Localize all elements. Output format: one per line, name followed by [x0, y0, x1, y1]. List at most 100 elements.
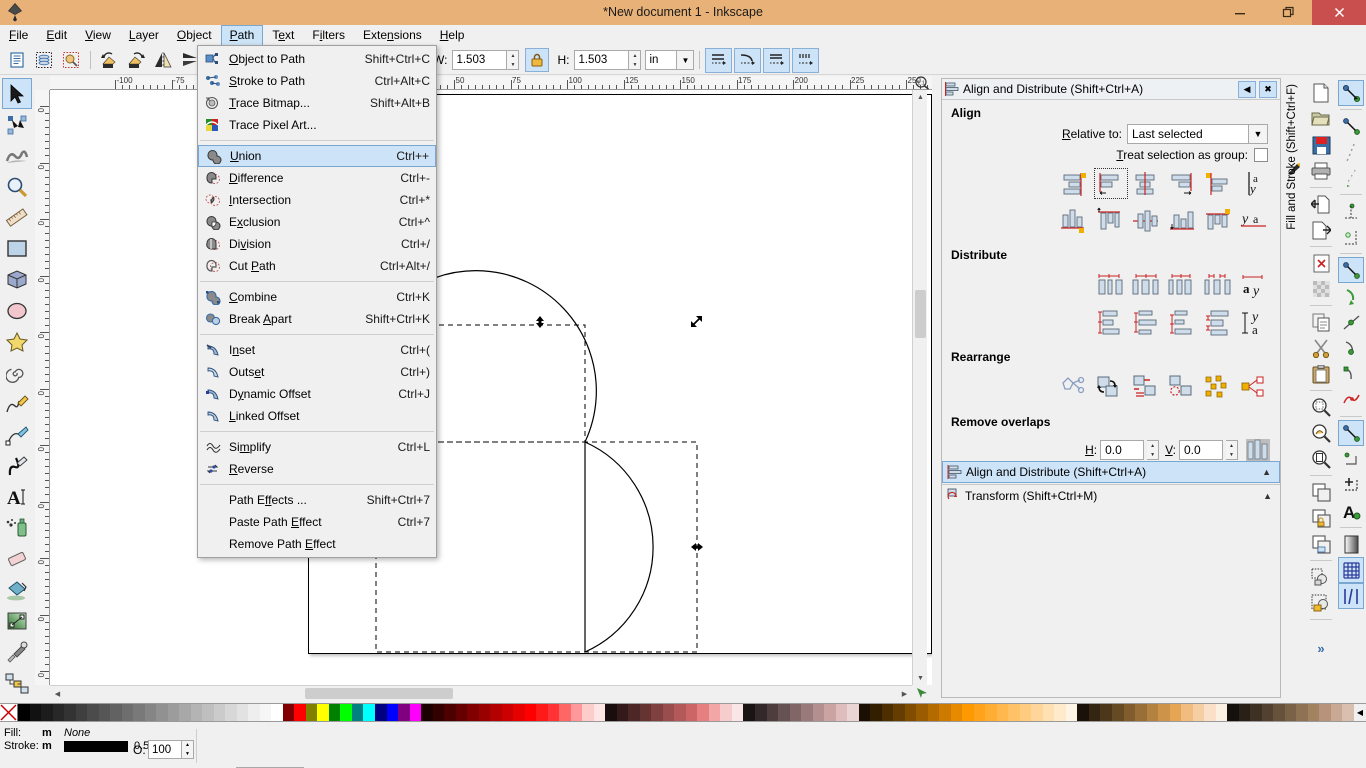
menu-union[interactable]: Union Ctrl++: [198, 145, 436, 167]
dist-top-edges-equidistant-button[interactable]: [1094, 307, 1128, 338]
palette-swatch[interactable]: [433, 704, 445, 721]
menu-inset[interactable]: Inset Ctrl+(: [198, 339, 436, 361]
palette-swatch[interactable]: [651, 704, 663, 721]
palette-swatch[interactable]: [145, 704, 157, 721]
zoom-tool[interactable]: [2, 171, 32, 202]
menu-exclusion[interactable]: Exclusion Ctrl+^: [198, 211, 436, 233]
node-join-icon[interactable]: [1338, 257, 1364, 283]
exchange-positions-zorder-button[interactable]: [1130, 372, 1164, 403]
vertical-scroll-thumb[interactable]: [915, 290, 926, 338]
spiral-tool[interactable]: [2, 357, 32, 388]
guides-toggle-icon[interactable]: [1338, 583, 1364, 609]
palette-swatch[interactable]: [1319, 704, 1331, 721]
palette-swatch[interactable]: [1147, 704, 1159, 721]
rotate-ccw-icon[interactable]: [96, 48, 122, 72]
palette-swatch[interactable]: [778, 704, 790, 721]
lock-aspect-ratio-button[interactable]: [525, 48, 549, 72]
menu-text[interactable]: Text: [263, 25, 303, 46]
palette-swatch[interactable]: [559, 704, 571, 721]
align-right-edges-button[interactable]: [1166, 168, 1200, 199]
zoom-1-1-icon[interactable]: 1:1: [912, 76, 932, 90]
palette-swatch[interactable]: [640, 704, 652, 721]
menu-combine[interactable]: Combine Ctrl+K: [198, 286, 436, 308]
lower-to-bottom-icon[interactable]: [1308, 590, 1334, 616]
affect-rounded-corners-button[interactable]: [734, 48, 761, 73]
align-left-edges-button[interactable]: [1094, 168, 1128, 199]
deselect-icon[interactable]: [58, 48, 84, 72]
palette-swatch[interactable]: [1158, 704, 1170, 721]
palette-swatch[interactable]: [363, 704, 375, 721]
palette-swatch[interactable]: [1135, 704, 1147, 721]
node-cusp-icon[interactable]: [1338, 361, 1364, 387]
palette-swatch[interactable]: [1296, 704, 1308, 721]
menu-cut-path[interactable]: Cut Path Ctrl+Alt+/: [198, 255, 436, 277]
height-field[interactable]: 1.503: [574, 50, 629, 70]
palette-swatch[interactable]: [1077, 704, 1089, 721]
palette-swatch[interactable]: [64, 704, 76, 721]
scroll-up-arrow[interactable]: ▲: [913, 90, 928, 104]
paste-icon[interactable]: [1308, 361, 1334, 387]
palette-swatch[interactable]: [352, 704, 364, 721]
palette-swatch[interactable]: [225, 704, 237, 721]
palette-scroll-arrow[interactable]: ◀: [1354, 704, 1366, 721]
node-auto-icon[interactable]: [1338, 446, 1364, 472]
zoom-page-icon[interactable]: [1308, 446, 1334, 472]
palette-swatch[interactable]: [1066, 704, 1078, 721]
menu-object-to-path[interactable]: Object to Path Shift+Ctrl+C: [198, 48, 436, 70]
opacity-spinner[interactable]: ▲▼: [182, 740, 194, 759]
overlap-h-spinner[interactable]: ▲▼: [1147, 440, 1159, 460]
palette-swatch[interactable]: [375, 704, 387, 721]
unit-select[interactable]: in: [645, 50, 677, 70]
duplicate-icon[interactable]: [1308, 479, 1334, 505]
menu-edit[interactable]: Edit: [37, 25, 76, 46]
palette-swatch[interactable]: [110, 704, 122, 721]
node-break-icon[interactable]: [1338, 283, 1364, 309]
text-anchor-vertical-button[interactable]: ay: [1238, 168, 1272, 199]
palette-swatch[interactable]: [824, 704, 836, 721]
menu-difference[interactable]: Difference Ctrl+-: [198, 167, 436, 189]
menu-outset[interactable]: Outset Ctrl+): [198, 361, 436, 383]
align-right-edge-to-left-anchor-button[interactable]: [1058, 168, 1092, 199]
palette-swatch[interactable]: [720, 704, 732, 721]
palette-swatch[interactable]: [1227, 704, 1239, 721]
palette-swatch[interactable]: [582, 704, 594, 721]
palette-swatch[interactable]: [594, 704, 606, 721]
relative-to-select[interactable]: Last selected: [1127, 124, 1249, 144]
palette-swatch[interactable]: [456, 704, 468, 721]
dock-tab-align-chevron-icon[interactable]: ▲: [1262, 467, 1271, 477]
opacity-field[interactable]: 100: [148, 740, 182, 759]
palette-swatch[interactable]: [732, 704, 744, 721]
open-document-icon[interactable]: [1308, 106, 1334, 132]
menu-division[interactable]: Division Ctrl+/: [198, 233, 436, 255]
palette-swatch[interactable]: [1285, 704, 1297, 721]
graph-layout-button[interactable]: [1058, 372, 1092, 403]
scroll-down-arrow[interactable]: ▼: [913, 671, 928, 685]
fill-and-stroke-tab-label[interactable]: Fill and Stroke (Shift+Ctrl+F): [1286, 84, 1298, 230]
palette-swatch[interactable]: [76, 704, 88, 721]
align-top-to-bottom-anchor-button[interactable]: [1202, 205, 1236, 236]
palette-swatch[interactable]: [1008, 704, 1020, 721]
pencil-tool[interactable]: [2, 388, 32, 419]
palette-swatch[interactable]: [628, 704, 640, 721]
dock-tab-transform-chevron-icon[interactable]: ▲: [1263, 491, 1272, 501]
exchange-positions-button[interactable]: [1094, 372, 1128, 403]
palette-swatch[interactable]: [663, 704, 675, 721]
palette-swatch[interactable]: [1100, 704, 1112, 721]
dist-bottom-edges-equidistant-button[interactable]: [1166, 307, 1200, 338]
palette-swatch[interactable]: [260, 704, 272, 721]
palette-swatch[interactable]: [490, 704, 502, 721]
palette-swatch[interactable]: [985, 704, 997, 721]
menu-path-effects[interactable]: Path Effects ... Shift+Ctrl+7: [198, 489, 436, 511]
palette-swatch[interactable]: [1031, 704, 1043, 721]
zoom-selection-icon[interactable]: [1308, 394, 1334, 420]
text-tool[interactable]: A: [2, 481, 32, 512]
palette-swatch[interactable]: [410, 704, 422, 721]
measure-tool[interactable]: [2, 202, 32, 233]
palette-swatch[interactable]: [905, 704, 917, 721]
menu-simplify[interactable]: Simplify Ctrl+L: [198, 436, 436, 458]
align-left-edge-to-right-anchor-button[interactable]: [1202, 168, 1236, 199]
menu-object[interactable]: Object: [168, 25, 221, 46]
palette-swatch[interactable]: [997, 704, 1009, 721]
horizontal-scrollbar[interactable]: ◀ ▶: [50, 685, 912, 700]
dock-collapse-button[interactable]: ◀: [1238, 81, 1256, 98]
